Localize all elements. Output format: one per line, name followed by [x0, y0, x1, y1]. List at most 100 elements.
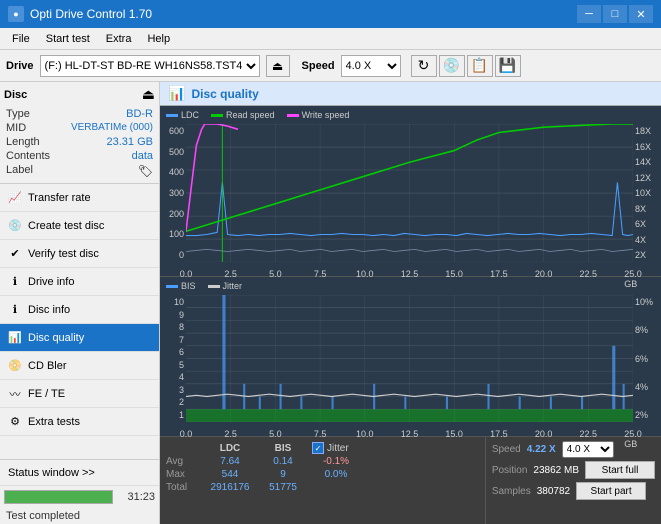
progress-row: 31:23 — [0, 486, 159, 508]
y1r-12x: 12X — [635, 173, 651, 183]
sidebar-item-create-test-disc[interactable]: 💿 Create test disc — [0, 212, 159, 240]
maximize-button[interactable]: □ — [603, 5, 627, 23]
y2-9: 9 — [179, 310, 184, 320]
save-button[interactable]: 💾 — [495, 55, 521, 77]
disc-label-label: Label — [6, 164, 33, 178]
y2-8: 8 — [179, 322, 184, 332]
copy-button[interactable]: 📋 — [467, 55, 493, 77]
sidebar-item-verify-test-disc-label: Verify test disc — [28, 248, 99, 260]
drive-select[interactable]: (F:) HL-DT-ST BD-RE WH16NS58.TST4 — [40, 55, 260, 77]
fe-te-icon: 〰 — [8, 387, 22, 401]
chart2-svg — [186, 295, 633, 422]
disc-button[interactable]: 💿 — [439, 55, 465, 77]
status-window-label: Status window >> — [8, 467, 95, 479]
y1r-16x: 16X — [635, 142, 651, 152]
x1-7-5: 7.5 — [314, 269, 327, 279]
y1r-4x: 4X — [635, 235, 646, 245]
disc-mid-label: MID — [6, 122, 26, 134]
legend-bis-label: BIS — [181, 281, 196, 291]
drive-info-icon: ℹ — [8, 275, 22, 289]
transfer-rate-icon: 📈 — [8, 191, 22, 205]
sidebar-item-disc-quality-label: Disc quality — [28, 332, 84, 344]
x2-7-5: 7.5 — [314, 429, 327, 439]
x2-20: 20.0 — [535, 429, 553, 439]
disc-eject-icon[interactable]: ⏏ — [142, 86, 155, 103]
refresh-button[interactable]: ↻ — [411, 55, 437, 77]
disc-length-row: Length 23.31 GB — [4, 135, 155, 149]
disc-type-row: Type BD-R — [4, 107, 155, 121]
x2-17-5: 17.5 — [490, 429, 508, 439]
position-val: 23862 MB — [533, 465, 579, 476]
x1-17-5: 17.5 — [490, 269, 508, 279]
y2r-8pct: 8% — [635, 325, 648, 335]
x2-25-gb: 25.0 GB — [624, 429, 642, 449]
sidebar-item-cd-bler[interactable]: 📀 CD Bler — [0, 352, 159, 380]
menu-file[interactable]: File — [4, 31, 38, 47]
sidebar-item-verify-test-disc[interactable]: ✔ Verify test disc — [0, 240, 159, 268]
x1-20: 20.0 — [535, 269, 553, 279]
y1-label-0: 0 — [179, 250, 184, 260]
drive-bar: Drive (F:) HL-DT-ST BD-RE WH16NS58.TST4 … — [0, 50, 661, 82]
y2-4: 4 — [179, 372, 184, 382]
speed-label: Speed — [302, 60, 335, 72]
main-layout: Disc ⏏ Type BD-R MID VERBATIMe (000) Len… — [0, 82, 661, 524]
sidebar-item-disc-info-label: Disc info — [28, 304, 70, 316]
eject-button[interactable]: ⏏ — [266, 55, 290, 77]
progress-bar — [4, 490, 113, 504]
y2-6: 6 — [179, 347, 184, 357]
disc-mid-value: VERBATIMe (000) — [71, 122, 153, 134]
legend-write-speed-label: Write speed — [302, 110, 350, 120]
menu-start-test[interactable]: Start test — [38, 31, 98, 47]
x1-22-5: 22.5 — [580, 269, 598, 279]
stats-avg-jitter: -0.1% — [308, 456, 364, 467]
y1r-14x: 14X — [635, 157, 651, 167]
status-text: Test completed — [0, 508, 159, 524]
y2r-2pct: 2% — [635, 410, 648, 420]
disc-info-icon: ℹ — [8, 303, 22, 317]
start-full-button[interactable]: Start full — [585, 461, 655, 479]
y2-3: 3 — [179, 385, 184, 395]
sidebar-item-drive-info[interactable]: ℹ Drive info — [0, 268, 159, 296]
extra-tests-icon: ⚙ — [8, 415, 22, 429]
speed-select[interactable]: 4.0 X 2.0 X 6.0 X 8.0 X — [341, 55, 401, 77]
y1-label-300: 300 — [169, 188, 184, 198]
menu-help[interactable]: Help — [139, 31, 178, 47]
start-part-button[interactable]: Start part — [576, 482, 646, 500]
jitter-checkbox[interactable]: ✓ — [312, 442, 324, 454]
title-bar: ● Opti Drive Control 1.70 ─ □ ✕ — [0, 0, 661, 28]
sidebar-item-disc-quality[interactable]: 📊 Disc quality — [0, 324, 159, 352]
stats-header-ldc: LDC — [202, 443, 258, 454]
disc-type-label: Type — [6, 108, 30, 120]
y2r-10pct: 10% — [635, 297, 653, 307]
legend-ldc-label: LDC — [181, 110, 199, 120]
menu-extra[interactable]: Extra — [98, 31, 140, 47]
y1-label-600: 600 — [169, 126, 184, 136]
sidebar-item-disc-info[interactable]: ℹ Disc info — [0, 296, 159, 324]
sidebar-item-fe-te[interactable]: 〰 FE / TE — [0, 380, 159, 408]
content-header: 📊 Disc quality — [160, 82, 661, 106]
speed-row-label: Speed — [492, 444, 521, 455]
x2-15: 15.0 — [445, 429, 463, 439]
sidebar-item-transfer-rate[interactable]: 📈 Transfer rate — [0, 184, 159, 212]
verify-icon: ✔ — [8, 247, 22, 261]
samples-val: 380782 — [537, 486, 570, 497]
position-label: Position — [492, 465, 528, 476]
y2-2: 2 — [179, 397, 184, 407]
x2-22-5: 22.5 — [580, 429, 598, 439]
sidebar-item-transfer-rate-label: Transfer rate — [28, 192, 91, 204]
minimize-button[interactable]: ─ — [577, 5, 601, 23]
status-window-button[interactable]: Status window >> — [0, 460, 159, 486]
y1-label-200: 200 — [169, 209, 184, 219]
y2r-6pct: 6% — [635, 354, 648, 364]
disc-length-value: 23.31 GB — [107, 136, 153, 148]
x2-5: 5.0 — [269, 429, 282, 439]
create-disc-icon: 💿 — [8, 219, 22, 233]
legend-jitter: Jitter — [208, 281, 243, 291]
samples-label: Samples — [492, 486, 531, 497]
close-button[interactable]: ✕ — [629, 5, 653, 23]
x2-0: 0.0 — [180, 429, 193, 439]
sidebar-item-extra-tests[interactable]: ⚙ Extra tests — [0, 408, 159, 436]
speed-combo[interactable]: 4.0 X 2.0 X — [562, 441, 614, 458]
y2r-4pct: 4% — [635, 382, 648, 392]
disc-label-icon[interactable]: 🏷 — [138, 164, 153, 178]
